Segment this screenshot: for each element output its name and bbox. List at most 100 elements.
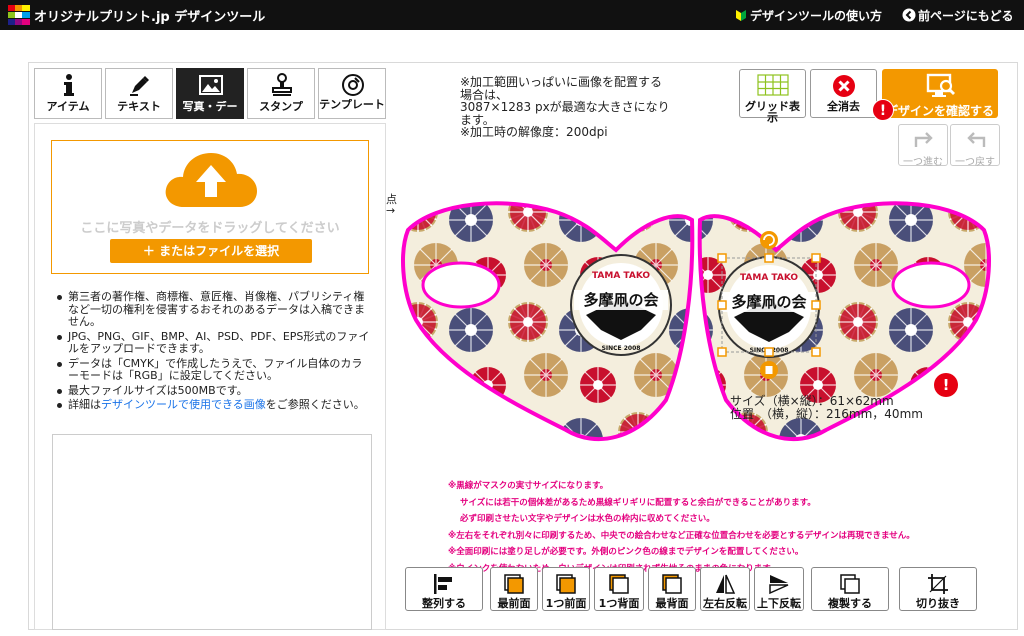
tab-photo-data[interactable]: 写真・デー — [176, 68, 244, 119]
grid-icon — [757, 74, 789, 96]
guideline-line: ※黒線がマスクの実寸サイズになります。 — [448, 481, 609, 491]
position-label: 位置 （横，縦） — [730, 406, 815, 421]
pen-icon — [130, 76, 149, 96]
undo-icon — [967, 132, 986, 147]
brand-logo-icon — [8, 5, 30, 25]
mask-guidelines: ※黒線がマスクの実寸サイズになります。 サイズには若干の個体差があるため黒線ギリ… — [448, 478, 1008, 578]
crop-button[interactable]: 切り抜き — [899, 567, 977, 611]
crop-label: 切り抜き — [916, 597, 960, 610]
grid-toggle-button[interactable]: グリッド表示 — [739, 69, 806, 123]
info-icon — [64, 74, 74, 96]
send-backward-button[interactable]: 1つ背面 — [594, 567, 644, 611]
resize-handle — [811, 253, 821, 263]
send-to-back-label: 最背面 — [655, 597, 689, 610]
guide-link[interactable]: デザインツールの使い方 — [734, 7, 882, 24]
position-value: ：216mm，40mm — [814, 406, 923, 421]
stamp-icon — [272, 73, 292, 96]
send-to-back-icon — [662, 574, 682, 594]
left-ear-hole — [421, 261, 501, 309]
upload-dropzone[interactable]: ここに写真やデータをドラッグしてください ＋ またはファイルを選択 — [51, 140, 369, 274]
confirm-design-label: デザインを確認する — [885, 104, 994, 118]
design-logo-left: TAMA TAKO 多摩凧の会 SINCE 2008 — [570, 254, 672, 356]
redo-icon — [914, 132, 933, 147]
note-details-prefix: 詳細は — [68, 398, 101, 411]
send-backward-icon — [609, 574, 629, 594]
tab-item[interactable]: アイテム — [34, 68, 102, 119]
print-info: ※加工範囲いっぱいに画像を配置する 場合は、 3087×1283 pxが最適な大… — [460, 76, 690, 139]
usable-images-link[interactable]: デザインツールで使用できる画像 — [101, 398, 266, 411]
clear-all-label: 全消去 — [827, 100, 860, 113]
info-line: 3087×1283 pxが最適な大きさになり — [460, 100, 670, 114]
canvas-alert-icon: ! — [934, 373, 958, 397]
logo-top-text: TAMA TAKO — [592, 271, 650, 281]
note-max-size: 最大ファイルサイズは500MBです。 — [54, 384, 372, 398]
guide-link-label: デザインツールの使い方 — [750, 9, 883, 23]
note-copyright: 第三者の著作権、商標権、意匠権、肖像権、パブリシティ権など一切の権利を侵害するお… — [54, 290, 372, 329]
bring-forward-label: 1つ前面 — [545, 597, 587, 610]
tab-item-label: アイテム — [46, 101, 90, 113]
tab-text[interactable]: テキスト — [105, 68, 173, 119]
note-details: 詳細はデザインツールで使用できる画像をご参照ください。 — [54, 398, 372, 412]
grid-toggle-label: グリッド表示 — [745, 100, 800, 124]
template-icon — [342, 74, 364, 96]
crop-icon — [928, 574, 948, 594]
align-button[interactable]: 整列する — [405, 567, 483, 611]
undo-button[interactable]: 一つ戻す — [950, 124, 1000, 168]
undo-label: 一つ戻す — [955, 157, 995, 168]
flip-vertical-label: 上下反転 — [757, 597, 801, 610]
flip-horizontal-label: 左右反転 — [703, 597, 747, 610]
resize-handle — [717, 300, 727, 310]
flip-horizontal-button[interactable]: 左右反転 — [700, 567, 750, 611]
guideline-line: 必ず印刷させたい文字やデザインは水色の枠内に収めてください。 — [460, 514, 715, 525]
bring-forward-button[interactable]: 1つ前面 — [542, 567, 590, 611]
logo-top-text: TAMA TAKO — [740, 273, 798, 283]
monitor-search-icon — [926, 73, 955, 97]
selection-info: サイズ（横×縦）：61×62mm 位置 （横，縦）：216mm，40mm — [730, 395, 923, 420]
resize-handle — [764, 347, 774, 357]
note-details-suffix: をご参照ください。 — [265, 398, 365, 411]
flip-horizontal-icon — [716, 574, 736, 594]
clear-all-button[interactable]: 全消去 — [810, 69, 877, 118]
resize-handle — [717, 347, 727, 357]
bring-to-front-button[interactable]: 最前面 — [490, 567, 538, 611]
select-file-button[interactable]: ＋ またはファイルを選択 — [110, 239, 312, 263]
image-icon — [199, 75, 223, 95]
flip-vertical-button[interactable]: 上下反転 — [754, 567, 804, 611]
note-color-mode: データは「CMYK」で作成したうえで、ファイル自体のカラーモードは「RGB」に設… — [54, 357, 372, 383]
duplicate-button[interactable]: 複製する — [811, 567, 889, 611]
beginner-mark-icon — [736, 10, 746, 21]
resize-handle — [811, 347, 821, 357]
tab-stamp[interactable]: スタンプ — [247, 68, 315, 119]
app-header: オリジナルプリント.jp デザインツール デザインツールの使い方 前ページにもど… — [0, 0, 1024, 30]
tab-text-label: テキスト — [117, 101, 161, 113]
rotate-handle-icon — [760, 231, 778, 249]
duplicate-label: 複製する — [828, 597, 872, 610]
right-ear-hole — [891, 261, 971, 309]
design-logo-right: TAMA TAKO 多摩凧の会 SINCE 2008 — [718, 256, 820, 358]
upload-notes: 第三者の著作権、商標権、意匠権、肖像権、パブリシティ権など一切の権利を侵害するお… — [54, 290, 372, 414]
brand-title: オリジナルプリント.jp デザインツール — [34, 10, 266, 25]
confirm-alert-icon: ! — [872, 99, 894, 121]
redo-button[interactable]: 一つ進む — [898, 124, 948, 168]
guideline-line: サイズには若干の個体差があるため黒線ギリギリに配置すると余白ができることがありま… — [460, 497, 816, 508]
send-backward-label: 1つ背面 — [598, 597, 640, 610]
back-arrow-icon — [902, 8, 916, 22]
clear-icon — [833, 75, 855, 97]
cloud-upload-icon — [165, 153, 257, 207]
tab-stamp-label: スタンプ — [259, 101, 303, 113]
confirm-design-button[interactable]: デザインを確認する — [882, 69, 998, 118]
bring-to-front-label: 最前面 — [497, 597, 531, 610]
send-to-back-button[interactable]: 最背面 — [648, 567, 696, 611]
info-line: ※加工時の解像度：200dpi — [460, 125, 608, 139]
back-link[interactable]: 前ページにもどる — [902, 7, 1014, 24]
guideline-line: ※左右をそれぞれ別々に印刷するため、中央での絵合わせなど正確な位置合わせを必要と… — [448, 530, 915, 541]
bring-forward-icon — [556, 574, 576, 594]
tab-template[interactable]: テンプレート — [318, 68, 386, 119]
note-formats: JPG、PNG、GIF、BMP、AI、PSD、PDF、EPS形式のファイルをアッ… — [54, 330, 372, 356]
guideline-line: ※全面印刷には塗り足しが必要です。外側のピンク色の線までデザインを配置してくださ… — [448, 547, 804, 558]
uploaded-images-list[interactable] — [52, 434, 372, 630]
redo-label: 一つ進む — [903, 157, 943, 168]
tab-template-label: テンプレート — [319, 99, 385, 111]
align-icon — [434, 574, 452, 594]
logo-main-text: 多摩凧の会 — [583, 291, 658, 309]
